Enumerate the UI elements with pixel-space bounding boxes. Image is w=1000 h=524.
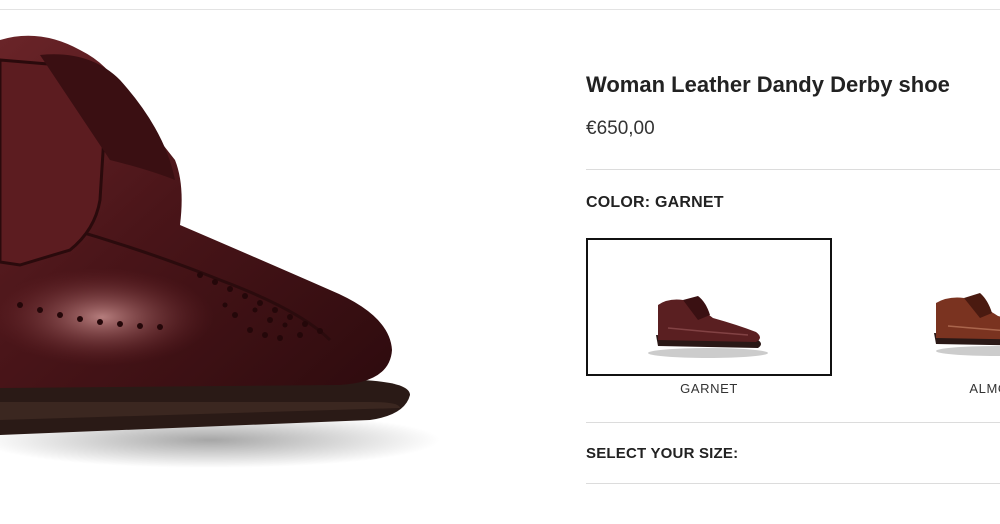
divider (586, 169, 1000, 170)
color-heading: COLOR: GARNET (586, 194, 724, 212)
divider (586, 483, 1000, 484)
swatch-label-almond: ALMOND (969, 381, 1000, 396)
shoe-thumbnail-icon (648, 296, 768, 358)
shoe-thumbnail-icon (934, 293, 1000, 356)
color-heading-prefix: COLOR: (586, 194, 655, 211)
shoe-product-icon (0, 35, 440, 468)
swatch-label-garnet: GARNET (680, 381, 738, 396)
color-swatch-garnet[interactable] (586, 238, 832, 376)
size-heading: SELECT YOUR SIZE: (586, 445, 739, 462)
product-main-image[interactable] (0, 10, 560, 490)
divider (586, 422, 1000, 423)
color-selected-value: GARNET (654, 194, 724, 211)
product-price: €650,00 (586, 118, 655, 139)
color-swatch-almond[interactable] (876, 238, 1000, 376)
product-title: Woman Leather Dandy Derby shoe (586, 72, 950, 97)
